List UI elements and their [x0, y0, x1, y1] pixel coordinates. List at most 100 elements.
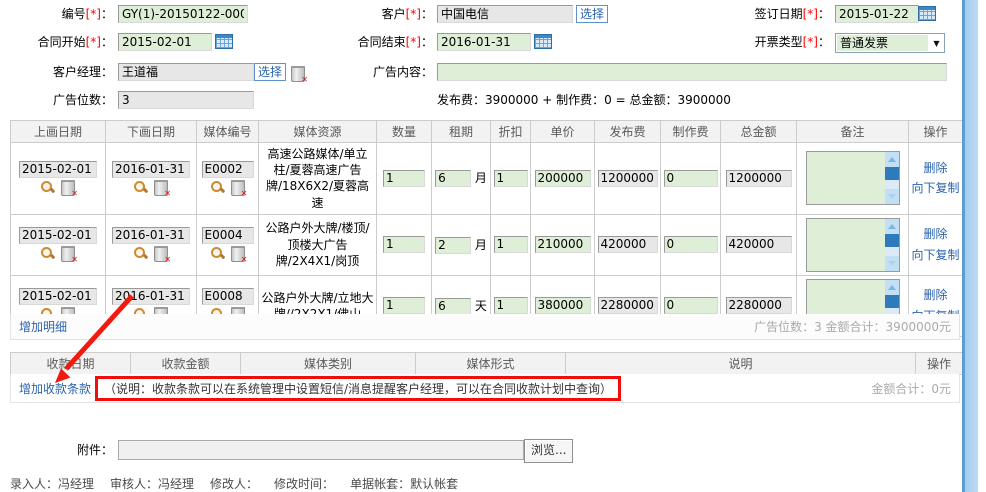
delete-icon[interactable] — [231, 180, 245, 196]
invoice-type-label: 开票类型[*]： — [726, 33, 830, 51]
media-code-input[interactable] — [202, 161, 254, 178]
scroll-up-icon[interactable] — [885, 280, 899, 295]
qty-input[interactable] — [383, 170, 425, 187]
delete-icon[interactable] — [61, 180, 75, 196]
payment-total-summary: 金额合计：0元 — [871, 380, 951, 397]
attachment-file-input[interactable] — [118, 440, 524, 460]
remark-textarea[interactable] — [806, 218, 900, 272]
col-header: 上画日期 — [11, 121, 106, 143]
qty-input[interactable] — [383, 236, 425, 253]
modified-time: 修改时间： — [274, 475, 334, 492]
ad-content-input[interactable] — [437, 63, 947, 81]
customer-select-button[interactable]: 选择 — [576, 5, 608, 23]
end-date-cell-input[interactable] — [112, 161, 190, 178]
scroll-up-icon[interactable] — [885, 152, 899, 167]
scroll-thumb[interactable] — [885, 167, 899, 180]
discount-input[interactable] — [494, 236, 528, 253]
col-header: 媒体编号 — [197, 121, 259, 143]
make-fee-input[interactable] — [664, 236, 718, 253]
calendar-icon[interactable] — [918, 6, 936, 21]
start-date-cell-input[interactable] — [19, 227, 97, 244]
copy-down-link[interactable]: 向下复制 — [911, 245, 960, 265]
sign-date-label: 签订日期[*]： — [726, 5, 830, 23]
customer-label: 客户[*]： — [340, 5, 433, 23]
start-date-cell-input[interactable] — [19, 161, 97, 178]
col-header: 媒体资源 — [259, 121, 377, 143]
end-date-input[interactable] — [437, 33, 531, 51]
pub-fee-input[interactable] — [598, 236, 658, 253]
col-header: 发布费 — [595, 121, 661, 143]
payment-table-footer: 增加收款条款 （说明：收款条款可以在系统管理中设置短信/消息提醒客户经理，可以在… — [10, 374, 960, 403]
search-icon[interactable] — [41, 181, 55, 195]
add-detail-link[interactable]: 增加明细 — [19, 318, 67, 335]
total-input[interactable] — [726, 170, 792, 187]
end-date-cell-input[interactable] — [112, 227, 190, 244]
scroll-up-icon[interactable] — [885, 219, 899, 234]
col-header: 折扣 — [491, 121, 531, 143]
col-header: 说明 — [566, 353, 916, 375]
start-date-cell-input[interactable] — [19, 288, 97, 305]
copy-down-link[interactable]: 向下复制 — [911, 178, 960, 198]
delete-icon[interactable] — [154, 246, 168, 262]
qty-input[interactable] — [383, 297, 425, 314]
delete-icon[interactable] — [61, 246, 75, 262]
discount-input[interactable] — [494, 170, 528, 187]
delete-icon[interactable] — [291, 66, 305, 82]
price-input[interactable] — [535, 236, 591, 253]
browse-button[interactable]: 浏览... — [524, 439, 573, 463]
delete-icon[interactable] — [154, 180, 168, 196]
term-input[interactable] — [435, 237, 471, 254]
scroll-thumb[interactable] — [885, 295, 899, 308]
start-date-input[interactable] — [118, 33, 212, 51]
calendar-icon[interactable] — [215, 34, 233, 49]
manager-input[interactable] — [118, 63, 254, 81]
modified-by: 修改人： — [210, 475, 258, 492]
remark-textarea[interactable] — [806, 151, 900, 205]
price-input[interactable] — [535, 170, 591, 187]
sign-date-input[interactable] — [835, 5, 919, 23]
calendar-icon[interactable] — [534, 34, 552, 49]
fee-summary: 发布费：3900000 + 制作费：0 = 总金额：3900000 — [437, 91, 731, 109]
scroll-down-icon[interactable] — [885, 189, 899, 204]
total-input[interactable] — [726, 236, 792, 253]
total-input[interactable] — [726, 297, 792, 314]
pub-fee-input[interactable] — [598, 170, 658, 187]
pub-fee-input[interactable] — [598, 297, 658, 314]
dropdown-arrow-icon: ▼ — [929, 34, 944, 52]
customer-input[interactable] — [437, 5, 573, 23]
delete-row-link[interactable]: 删除 — [911, 224, 960, 244]
search-icon[interactable] — [211, 247, 225, 261]
entered-by: 录入人：冯经理 — [10, 475, 94, 492]
table-row: 高速公路媒体/单立柱/夏蓉高速广告牌/18X6X2/夏蓉高速 月 删除 向下复制 — [11, 143, 963, 215]
price-input[interactable] — [535, 297, 591, 314]
col-header: 制作费 — [661, 121, 721, 143]
discount-input[interactable] — [494, 297, 528, 314]
ad-slots-input[interactable] — [118, 91, 254, 109]
media-table-footer: 增加明细 广告位数：3 金额合计：3900000元 — [10, 314, 960, 340]
term-input[interactable] — [435, 298, 471, 315]
search-icon[interactable] — [134, 247, 148, 261]
media-code-input[interactable] — [202, 288, 254, 305]
term-input[interactable] — [435, 170, 471, 187]
scroll-down-icon[interactable] — [885, 256, 899, 271]
make-fee-input[interactable] — [664, 297, 718, 314]
search-icon[interactable] — [41, 247, 55, 261]
end-date-label: 合同结束[*]： — [340, 33, 433, 51]
delete-icon[interactable] — [231, 246, 245, 262]
media-code-input[interactable] — [202, 227, 254, 244]
end-date-cell-input[interactable] — [112, 288, 190, 305]
col-header: 总金额 — [721, 121, 797, 143]
manager-select-button[interactable]: 选择 — [254, 63, 286, 81]
scroll-thumb[interactable] — [885, 234, 899, 247]
search-icon[interactable] — [211, 181, 225, 195]
make-fee-input[interactable] — [664, 170, 718, 187]
contract-no-input[interactable] — [118, 5, 248, 23]
add-payment-link[interactable]: 增加收款条款 — [19, 380, 91, 397]
invoice-type-select[interactable]: 普通发票 ▼ — [835, 33, 945, 53]
search-icon[interactable] — [134, 181, 148, 195]
vertical-scrollbar[interactable] — [962, 0, 978, 492]
delete-row-link[interactable]: 删除 — [911, 285, 960, 305]
col-header: 操作 — [909, 121, 963, 143]
payment-table-header-row: 收款日期 收款金额 媒体类别 媒体形式 说明 操作 — [11, 353, 963, 375]
delete-row-link[interactable]: 删除 — [911, 158, 960, 178]
